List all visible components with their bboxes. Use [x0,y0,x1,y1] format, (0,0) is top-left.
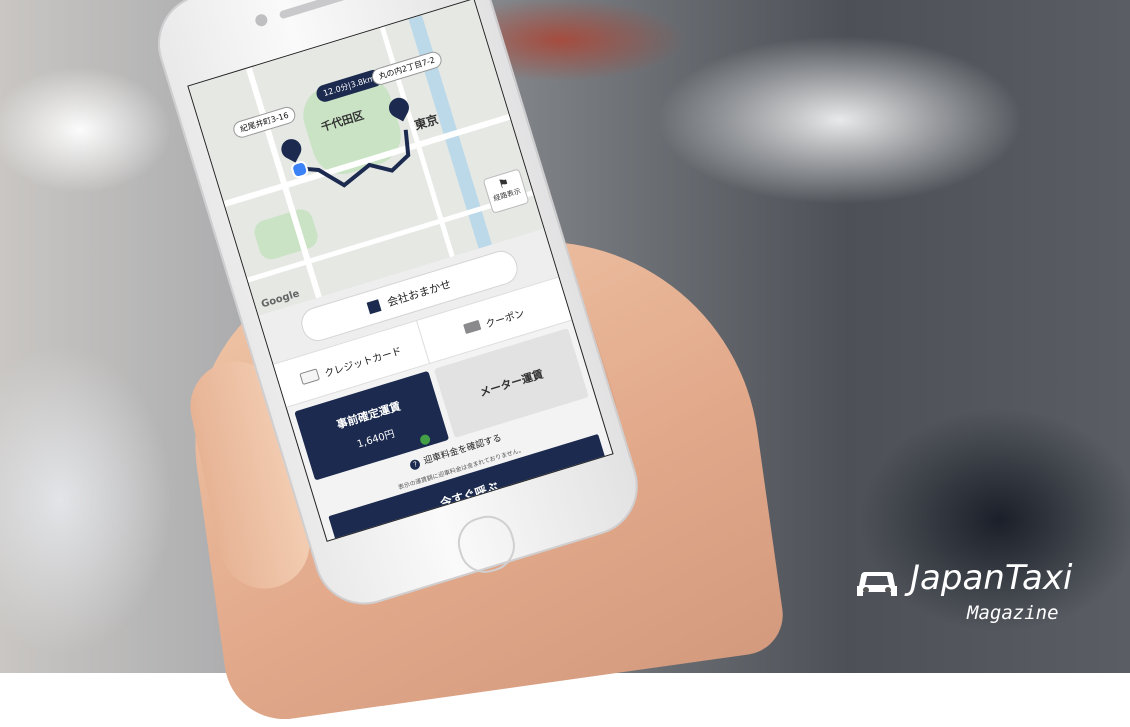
taxi-icon [857,572,897,596]
question-icon: ? [409,458,422,471]
coupon-icon [462,319,482,335]
fixed-fare-price: 1,640円 [355,428,396,450]
home-button [451,509,522,580]
speaker [278,0,358,20]
camera [253,12,269,28]
logo-sub: Magazine [967,602,1059,624]
meter-fare-title: メーター運賃 [478,367,545,400]
company-label: 会社おまかせ [385,277,453,310]
credit-card-icon [299,368,321,385]
logo-brand: JapanTaxi [910,558,1073,598]
coupon-label: クーポン [484,307,526,331]
credit-card-label: クレジットカード [323,345,403,380]
building-icon [366,299,382,315]
japantaxi-logo: JapanTaxi Magazine [855,558,1105,630]
